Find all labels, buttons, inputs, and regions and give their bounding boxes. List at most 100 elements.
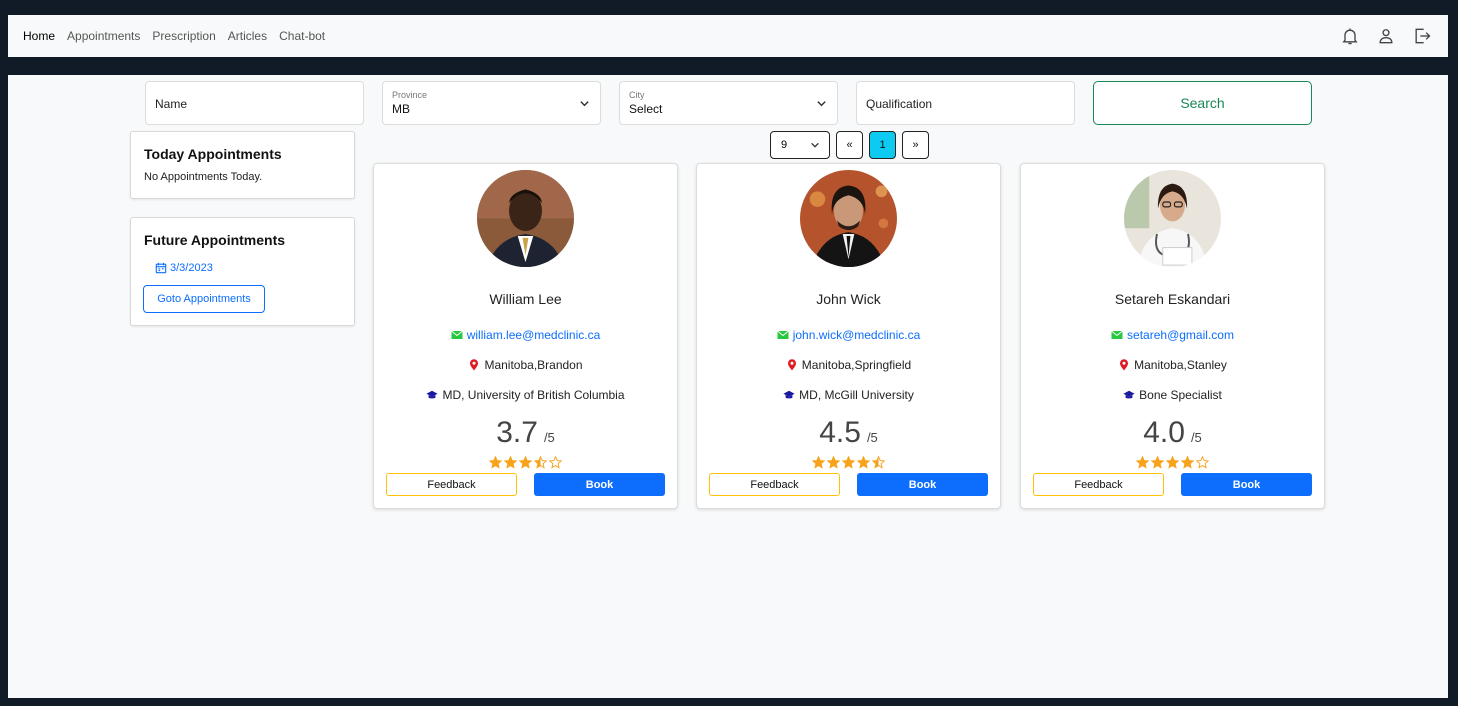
chevron-down-icon	[579, 98, 590, 109]
prev-page-button[interactable]: «	[836, 131, 863, 159]
next-page-button[interactable]: »	[902, 131, 929, 159]
feedback-button[interactable]: Feedback	[709, 473, 840, 496]
star-full-icon	[827, 456, 840, 469]
province-select[interactable]: Province MB	[382, 81, 601, 125]
email-icon	[450, 330, 463, 339]
doctor-qualification-text: MD, McGill University	[799, 388, 914, 402]
province-value: MB	[392, 102, 410, 116]
name-input[interactable]: Name	[145, 81, 364, 125]
province-label: Province	[392, 90, 428, 100]
doctor-location: Manitoba,Springfield	[697, 358, 1000, 372]
graduation-cap-icon	[426, 390, 439, 399]
star-full-icon	[842, 456, 855, 469]
star-empty-icon	[1196, 456, 1209, 469]
doctor-card: William Lee william.lee@medclinic.ca Man…	[373, 163, 678, 509]
star-full-icon	[519, 456, 532, 469]
rating-out-of: /5	[1190, 430, 1202, 445]
doctor-email-text: john.wick@medclinic.ca	[792, 328, 921, 342]
location-pin-icon	[787, 359, 796, 371]
bell-icon[interactable]	[1340, 26, 1360, 46]
star-full-icon	[489, 456, 502, 469]
doctor-rating: 4.0/5	[1021, 416, 1324, 450]
email-icon	[1111, 330, 1123, 339]
doctor-qualification: MD, University of British Columbia	[374, 388, 677, 402]
rating-out-of: /5	[866, 430, 878, 445]
star-full-icon	[1181, 456, 1194, 469]
doctor-name: John Wick	[816, 291, 881, 307]
goto-appointments-button[interactable]: Goto Appointments	[143, 285, 265, 313]
doctor-email[interactable]: john.wick@medclinic.ca	[697, 328, 1000, 342]
user-icon[interactable]	[1376, 26, 1396, 46]
location-pin-icon	[470, 359, 479, 371]
star-rating	[1021, 456, 1324, 469]
today-appointments-card: Today Appointments No Appointments Today…	[130, 131, 355, 199]
nav-appointments[interactable]: Appointments	[67, 29, 140, 43]
graduation-cap-icon	[783, 390, 795, 399]
name-placeholder: Name	[155, 97, 188, 111]
nav-home[interactable]: Home	[23, 29, 55, 43]
nav-chat-bot[interactable]: Chat-bot	[279, 29, 325, 43]
star-full-icon	[1166, 456, 1179, 469]
calendar-icon	[155, 262, 167, 274]
book-button[interactable]: Book	[534, 473, 665, 496]
main-content: Name Province MB City Select Qualificati…	[8, 75, 1448, 698]
doctor-card: Setareh Eskandari setareh@gmail.com Mani…	[1020, 163, 1325, 509]
future-appointments-card: Future Appointments 3/3/2023 Goto Appoin…	[130, 217, 355, 326]
doctor-location: Manitoba,Stanley	[1021, 358, 1324, 372]
current-page-button[interactable]: 1	[869, 131, 896, 159]
book-button[interactable]: Book	[857, 473, 988, 496]
doctor-avatar	[477, 170, 574, 267]
doctor-avatar	[800, 170, 897, 267]
logout-icon[interactable]	[1412, 26, 1432, 46]
chevron-down-icon	[810, 140, 820, 150]
feedback-button[interactable]: Feedback	[1033, 473, 1164, 496]
rating-out-of: /5	[543, 430, 555, 445]
qualification-input[interactable]: Qualification	[856, 81, 1075, 125]
future-appointments-title: Future Appointments	[144, 232, 286, 248]
chevron-down-icon	[816, 98, 827, 109]
page-size-value: 9	[781, 139, 788, 151]
nav-articles[interactable]: Articles	[228, 29, 267, 43]
star-full-icon	[857, 456, 870, 469]
star-full-icon	[504, 456, 517, 469]
doctor-rating: 4.5/5	[697, 416, 1000, 450]
doctor-email[interactable]: william.lee@medclinic.ca	[374, 328, 677, 342]
doctor-qualification: Bone Specialist	[1021, 388, 1324, 402]
star-full-icon	[1151, 456, 1164, 469]
star-rating	[374, 456, 677, 469]
feedback-button[interactable]: Feedback	[386, 473, 517, 496]
doctor-avatar	[1124, 170, 1221, 267]
nav-prescription[interactable]: Prescription	[152, 29, 215, 43]
star-empty-icon	[549, 456, 562, 469]
star-rating	[697, 456, 1000, 469]
star-full-icon	[1136, 456, 1149, 469]
doctor-location-text: Manitoba,Brandon	[484, 358, 583, 372]
doctor-rating: 3.7/5	[374, 416, 677, 450]
rating-value: 3.7	[496, 416, 538, 449]
future-date-text: 3/3/2023	[170, 262, 213, 274]
doctor-qualification: MD, McGill University	[697, 388, 1000, 402]
top-navbar: Home Appointments Prescription Articles …	[8, 15, 1448, 57]
star-half-icon	[872, 456, 885, 469]
doctor-email-text: setareh@gmail.com	[1127, 328, 1234, 342]
book-button[interactable]: Book	[1181, 473, 1312, 496]
page-size-select[interactable]: 9	[770, 131, 830, 159]
doctor-qualification-text: MD, University of British Columbia	[442, 388, 625, 402]
search-button[interactable]: Search	[1093, 81, 1312, 125]
email-icon	[776, 330, 789, 339]
rating-value: 4.5	[819, 416, 861, 449]
city-value: Select	[629, 102, 663, 116]
doctor-email[interactable]: setareh@gmail.com	[1021, 328, 1324, 342]
location-pin-icon	[1120, 359, 1129, 371]
star-half-icon	[534, 456, 547, 469]
today-appointments-text: No Appointments Today.	[144, 171, 263, 183]
qualification-placeholder: Qualification	[866, 97, 933, 111]
star-full-icon	[812, 456, 825, 469]
nav-actions	[1340, 15, 1432, 57]
doctor-location-text: Manitoba,Springfield	[801, 358, 912, 372]
city-label: City	[629, 90, 645, 100]
doctor-location-text: Manitoba,Stanley	[1134, 358, 1227, 372]
city-select[interactable]: City Select	[619, 81, 838, 125]
rating-value: 4.0	[1143, 416, 1185, 449]
future-appointment-date[interactable]: 3/3/2023	[155, 262, 213, 274]
